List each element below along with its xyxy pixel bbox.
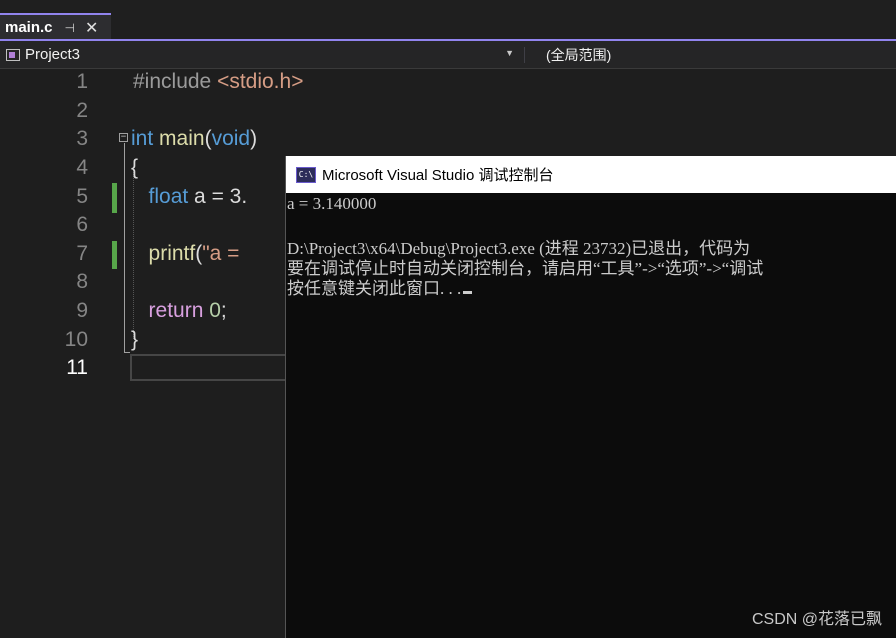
line-number: 6 [76,213,88,236]
code-line-7: printf("a = [148,242,240,265]
line-number: 8 [76,270,88,293]
console-line: a = 3.140000 [287,194,377,213]
scope-label: (全局范围) [546,46,612,63]
line-number: 10 [64,328,88,351]
current-line-highlight [130,354,290,381]
change-indicator [112,241,117,269]
line-number: 4 [76,156,88,179]
line-number: 3 [76,127,88,150]
project-name: Project3 [25,46,81,63]
fold-guide [124,143,125,353]
console-titlebar[interactable]: C:\ Microsoft Visual Studio 调试控制台 [286,156,896,193]
line-number-current: 11 [66,356,88,379]
tab-label: main.c [5,19,53,36]
project-dropdown[interactable]: Project3 ▼ [0,43,520,66]
project-icon [6,48,20,61]
navigation-bar: Project3 ▼ (全局范围) [0,41,896,69]
line-number: 9 [76,299,88,322]
code-line-4: { [131,156,139,179]
scope-dropdown[interactable]: (全局范围) [546,43,886,66]
code-line-10: } [131,328,139,351]
change-indicator [112,183,117,213]
tab-main-c[interactable]: main.c ⊣ ✕ [0,13,111,40]
code-line-5: float a = 3. [148,185,248,208]
console-output[interactable]: a = 3.140000 D:\Project3\x64\Debug\Proje… [286,193,896,638]
code-line-9: return 0; [148,299,227,322]
console-title: Microsoft Visual Studio 调试控制台 [322,167,554,184]
code-line-1: #include <stdio.h> [133,70,304,93]
close-icon[interactable]: ✕ [85,18,98,37]
pin-icon[interactable]: ⊣ [65,21,75,35]
line-number: 2 [76,99,88,122]
console-line: 按任意键关闭此窗口. . . [287,274,473,299]
chevron-down-icon: ▼ [505,48,514,58]
fold-guide-end [124,352,130,353]
code-line-3: int main(void) [131,127,258,150]
navbar-divider [524,47,525,63]
line-number: 1 [76,70,88,93]
document-tab-strip: main.c ⊣ ✕ [0,0,896,41]
collapse-icon[interactable]: − [119,133,128,142]
line-number: 5 [76,185,88,208]
console-cursor [463,291,473,294]
debug-console-window[interactable]: C:\ Microsoft Visual Studio 调试控制台 a = 3.… [285,156,896,638]
watermark: CSDN @花落已飘 [751,611,882,628]
console-app-icon: C:\ [296,166,316,183]
line-number: 7 [76,242,88,265]
